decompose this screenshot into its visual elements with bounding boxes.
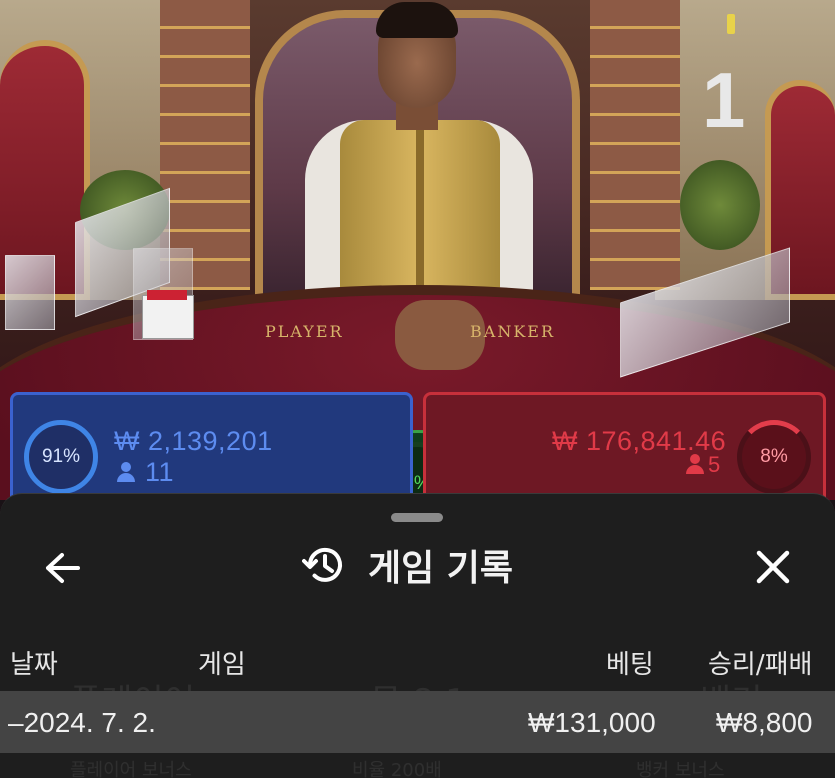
dealer-vest (340, 120, 500, 305)
arrow-left-icon (46, 553, 80, 583)
column-header-game: 게임 (198, 650, 246, 680)
game-history-sheet: 플레이어 무 8:1 뱅커 플레이어 보너스 비율 200배 뱅커 보너스 게임… (0, 493, 835, 778)
player-bettor-count: 11 (145, 457, 175, 487)
person-icon (686, 454, 704, 474)
close-button[interactable] (750, 544, 796, 590)
back-button[interactable] (38, 546, 86, 590)
table-label-banker: BANKER (470, 322, 555, 341)
history-clock-icon (302, 547, 342, 582)
column-header-date: 날짜 (10, 650, 58, 680)
ghost-banker-bonus-label: 뱅커 보너스 (636, 760, 725, 778)
round-marker-icon (727, 14, 735, 34)
discard-box (5, 255, 55, 330)
table-row[interactable]: –2024. 7. 2. ₩131,000 ₩8,800 (0, 691, 835, 753)
column-header-bet: 베팅 (606, 650, 654, 680)
column-header-win-loss: 승리/패배 (708, 650, 813, 680)
person-icon (117, 462, 135, 482)
row-bet: ₩131,000 (528, 707, 656, 738)
sheet-drag-handle[interactable] (391, 513, 443, 522)
banker-total-bet: ₩ 176,841.46 (552, 426, 727, 456)
ghost-tie-total-label: 비율 200배 (352, 760, 442, 778)
banker-percent-ring: 8% (737, 420, 811, 494)
decor-pillar-right (590, 0, 680, 290)
banker-percent: 8% (760, 446, 788, 467)
row-date: –2024. 7. 2. (8, 707, 156, 738)
decor-pillar-left (160, 0, 250, 290)
table-label-player: PLAYER (265, 322, 344, 341)
ghost-player-bonus-label: 플레이어 보너스 (70, 760, 192, 778)
close-icon (756, 550, 790, 584)
player-percent: 91% (41, 446, 81, 467)
banker-bettor-count: 5 (708, 452, 721, 477)
app-screen: PLAYER BANKER 1 1% 91% ₩ 2,139,201 11 8%… (0, 0, 835, 778)
dealer-hair (376, 2, 458, 38)
sheet-header: 게임 기록 (302, 540, 513, 590)
round-number: 1 (702, 56, 746, 144)
player-total-bet: ₩ 2,139,201 (114, 426, 273, 456)
player-percent-ring: 91% (24, 420, 98, 494)
row-win-loss: ₩8,800 (716, 707, 813, 738)
live-dealer-video: PLAYER BANKER 1 1% 91% ₩ 2,139,201 11 8%… (0, 0, 835, 500)
sheet-title: 게임 기록 (368, 548, 514, 589)
decor-plant (680, 160, 760, 250)
card-stack (142, 290, 194, 339)
